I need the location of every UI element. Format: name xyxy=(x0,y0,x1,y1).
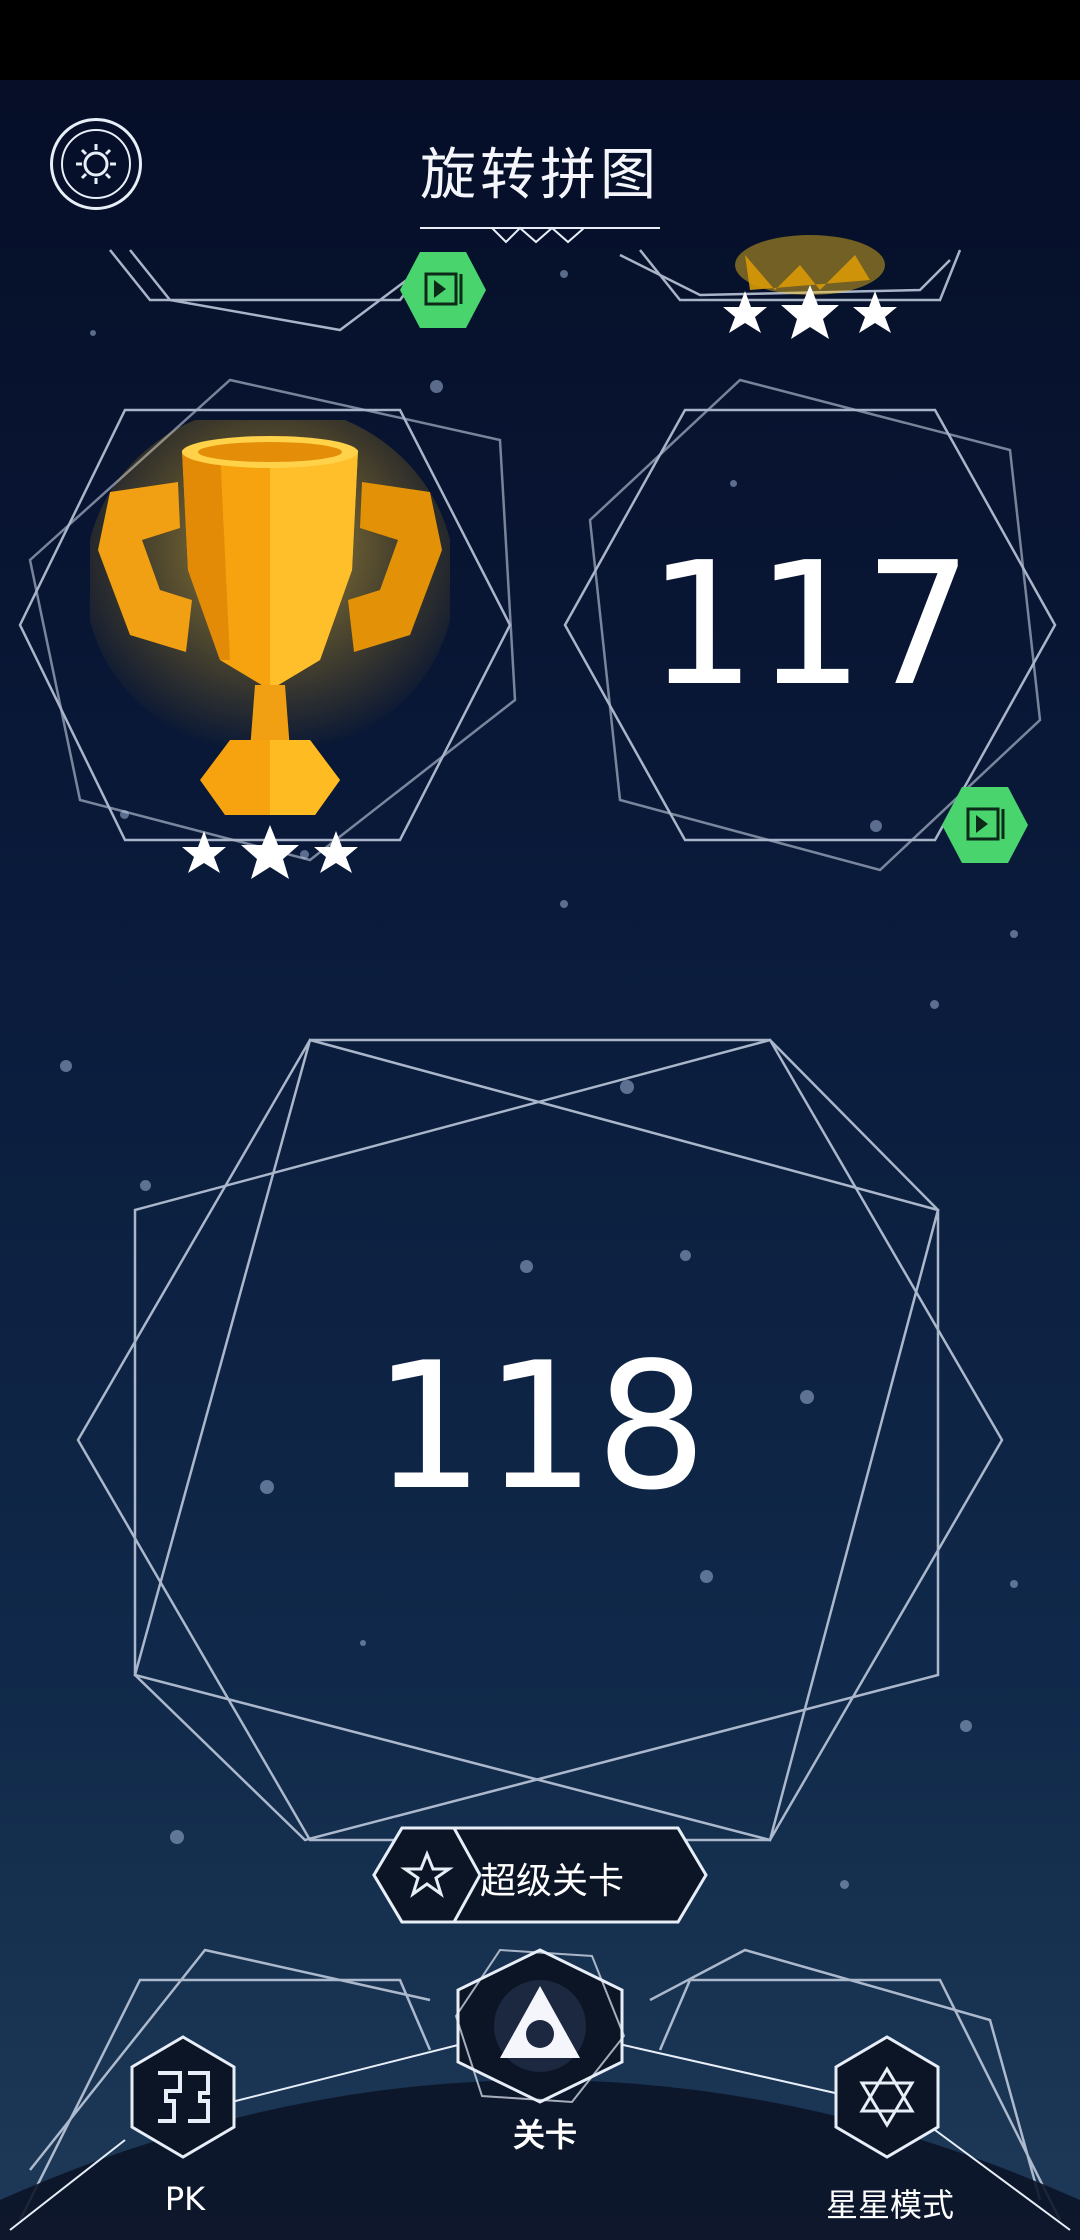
partial-hex-top-left-2 xyxy=(129,249,421,332)
rating-star xyxy=(314,831,358,873)
rating-star xyxy=(781,285,839,339)
rating-star xyxy=(241,825,299,879)
nav-star-mode-label: 星星模式 xyxy=(825,2186,954,2224)
level-118-number[interactable]: 118 xyxy=(370,1340,710,1515)
nav-level-label: 关卡 xyxy=(512,2116,577,2154)
page-title: 旋转拼图 xyxy=(420,143,660,208)
level-117-number[interactable]: 117 xyxy=(640,540,980,710)
super-level-label: 超级关卡 xyxy=(480,1861,625,1902)
partial-hex-top-left xyxy=(109,249,431,302)
rating-star xyxy=(182,831,226,873)
nav-star-mode-button[interactable] xyxy=(832,2035,942,2159)
rating-star xyxy=(723,291,767,333)
star-rating-top xyxy=(723,285,897,339)
nav-level-button[interactable] xyxy=(452,1946,628,2106)
nav-pk-button[interactable] xyxy=(128,2035,238,2159)
nav-pk-label: PK xyxy=(164,2180,206,2218)
trophy-icon xyxy=(90,420,450,815)
video-ad-badge-117[interactable] xyxy=(940,785,1030,865)
rating-star xyxy=(853,291,897,333)
star-rating-completed xyxy=(182,825,358,879)
video-ad-badge[interactable] xyxy=(398,250,488,330)
